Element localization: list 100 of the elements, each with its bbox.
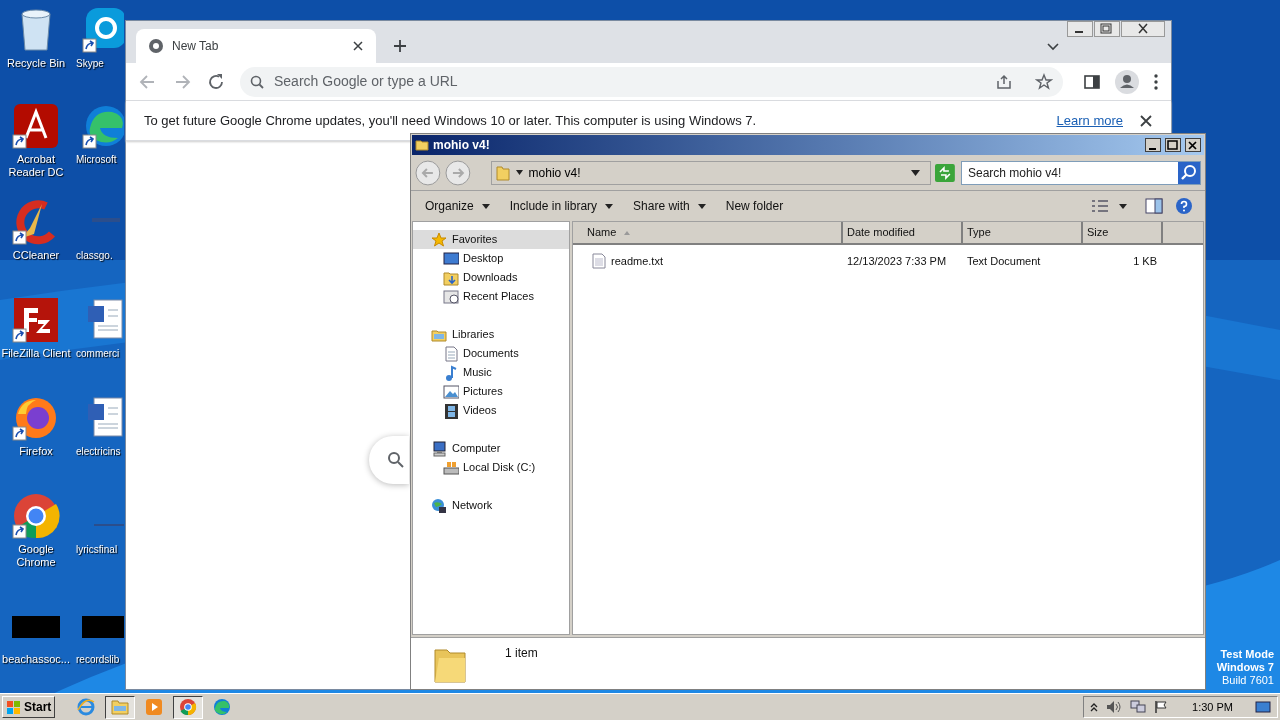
desktop-icon-label[interactable]: CCleaner [0,249,72,262]
reload-icon[interactable] [206,71,226,92]
browser-tab[interactable]: New Tab [136,29,376,63]
network-icon[interactable] [1130,700,1147,714]
taskbar-button[interactable] [105,695,136,719]
column-header[interactable]: Size [1083,222,1163,245]
column-header[interactable]: Name [573,222,843,245]
side-panel-icon[interactable] [1083,72,1101,91]
item-count: 1 item [505,645,538,662]
search-box[interactable] [369,436,409,484]
nav-item[interactable]: Documents [413,344,569,363]
skype-icon[interactable] [82,6,124,54]
address-bar[interactable]: Search Google or type a URL [240,66,1063,97]
toolbar-button[interactable]: Organize [417,194,498,218]
chrome-icon [179,698,198,716]
taskbar-button[interactable] [173,695,204,719]
toolbar-button[interactable]: Share with [625,194,714,218]
search-input[interactable]: Search mohio v4! [961,163,1178,182]
chrome-icon[interactable] [12,492,60,540]
column-header[interactable]: Type [963,222,1083,245]
flag-icon[interactable] [1154,700,1169,714]
toolbar-button[interactable]: Include in library [501,194,622,218]
close-icon[interactable] [1139,113,1153,128]
address-text: mohio v4! [528,164,582,182]
desktop-icon-label[interactable]: electricins [74,445,121,458]
plus-icon[interactable] [392,38,408,54]
desktop-icon-label[interactable]: FileZilla Client [0,347,72,360]
nav-group[interactable]: Network [413,496,569,515]
desktop-icon-label[interactable]: commerci [74,347,120,360]
menu-icon[interactable] [1153,72,1159,91]
address-field[interactable]: mohio v4! [490,160,932,185]
folder-icon [415,138,429,152]
search-icon [387,451,405,469]
desktop-icon-label[interactable]: Recycle Bin [0,57,72,70]
nav-item[interactable]: Pictures [413,382,569,401]
show-desktop-icon[interactable] [1255,700,1271,714]
watermark-text: Build 7601 [1222,674,1274,687]
minimize-icon[interactable] [1145,138,1161,152]
maximize-icon[interactable] [1165,138,1181,152]
caret-icon[interactable] [1119,203,1127,209]
preview-pane-icon[interactable] [1145,198,1163,214]
drive-icon [443,459,459,476]
document-icon [443,345,459,362]
search-field[interactable]: Search mohio v4! [960,160,1201,185]
folder-icon [443,269,459,286]
search-icon[interactable] [1178,161,1200,184]
chrome-icon [148,38,164,54]
profile-icon[interactable] [1115,69,1139,94]
minimize-icon[interactable] [1067,21,1093,37]
desktop-icon-label[interactable]: Skype [74,57,104,70]
start-button[interactable]: Start [2,696,56,718]
learn-more-link[interactable]: Learn more [1056,110,1123,131]
clock[interactable]: 1:30 PM [1192,698,1233,716]
search-icon [250,74,264,89]
desktop-icon-label[interactable]: Firefox [0,445,72,458]
pdf-icon[interactable] [12,102,60,150]
computer-icon [431,440,447,457]
desktop-icon-label[interactable]: classgo. [74,249,113,262]
globe-icon [431,497,447,514]
edge-icon [213,698,232,716]
desktop-icon-label[interactable]: lyricsfinal [74,543,118,556]
star-icon [431,231,447,248]
watermark-text: Test Mode [1220,648,1274,661]
desktop-icon-label[interactable]: Microsoft [74,153,117,166]
watermark-text: Windows 7 [1216,661,1274,674]
caret-icon[interactable] [911,169,921,176]
nav-item[interactable]: Music [413,363,569,382]
nav-item[interactable]: Downloads [413,268,569,287]
nav-group[interactable]: Computer [413,439,569,458]
address-input[interactable]: Search Google or type a URL [274,71,985,92]
nav-group[interactable]: Libraries [413,325,569,344]
desktop-icon-label[interactable]: beachassoc... [0,653,72,666]
windows-logo-icon [6,699,22,715]
toolbar-button[interactable]: New folder [717,194,792,218]
nav-group[interactable]: Favorites [413,230,569,249]
nav-item[interactable]: Desktop [413,249,569,268]
file-row[interactable]: readme.txt 12/13/2023 7:33 PM Text Document 1 KB [573,250,1203,272]
view-options-icon[interactable] [1091,199,1109,213]
close-icon[interactable] [352,40,364,52]
help-icon[interactable] [1175,197,1193,215]
desktop-icon-label[interactable]: recordslib [74,653,120,666]
close-icon[interactable] [1185,138,1201,152]
nav-item[interactable]: Recent Places [413,287,569,306]
desktop-icon-label[interactable]: Acrobat Reader DC [0,153,72,179]
refresh-icon[interactable] [935,163,955,182]
close-icon[interactable] [1121,21,1165,37]
star-icon[interactable] [1035,72,1053,91]
table-cell-text: Text Document [967,253,1041,269]
desktop-icon-label[interactable]: Google Chrome [0,543,72,569]
nav-item[interactable]: Local Disk (C:) [413,458,569,477]
chevron-up-icon[interactable] [1090,702,1099,712]
speaker-icon[interactable] [1106,700,1123,714]
share-icon[interactable] [995,72,1013,91]
folder-icon [111,698,130,716]
filezilla-icon[interactable] [12,296,60,344]
column-header[interactable]: Date modified [843,222,963,245]
window-title: mohio v4! [433,137,491,154]
table-cell-text: 12/13/2023 7:33 PM [847,253,947,269]
music-note-icon [443,364,459,381]
nav-item[interactable]: Videos [413,401,569,420]
